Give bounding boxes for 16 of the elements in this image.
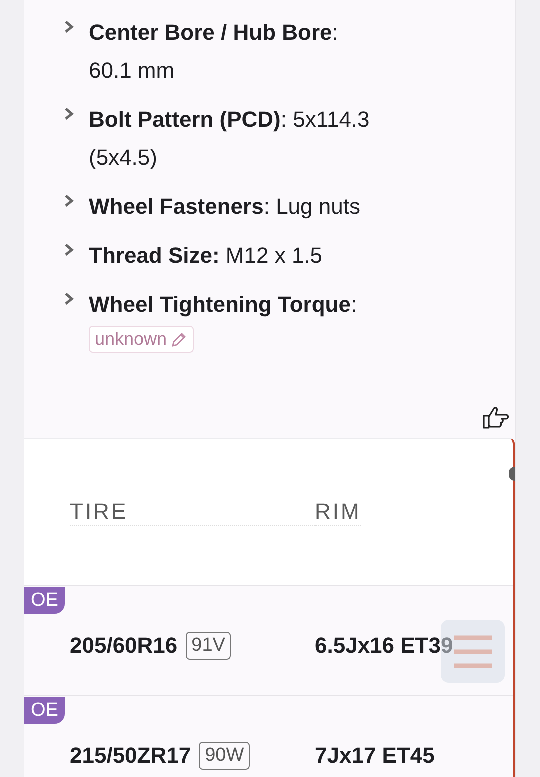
spec-text: Bolt Pattern (PCD): 5x114.3 (5x4.5) (89, 106, 370, 172)
oe-tag: OE (24, 587, 66, 614)
spec-text: Thread Size: M12 x 1.5 (89, 242, 323, 270)
spec-text: Center Bore / Hub Bore: 60.1 mm (89, 19, 338, 85)
load-index-tag: 90W (199, 742, 250, 770)
rim-size: 6.5Jx16 ET39 (315, 632, 454, 658)
load-index-tag: 91V (186, 632, 232, 660)
column-header: TIRE (70, 498, 315, 526)
oe-tag: OE (24, 697, 66, 724)
rim-size: 7Jx17 ET45 (315, 742, 435, 768)
column-header: RIM (315, 498, 362, 526)
spec-text: Wheel Tightening Torque: (89, 291, 358, 319)
unknown-value-button[interactable]: unknown (89, 326, 194, 353)
tire-size: 205/60R16 (70, 632, 178, 658)
tire-size: 215/50ZR17 (70, 742, 192, 768)
spec-text: Wheel Fasteners: Lug nuts (89, 193, 360, 221)
